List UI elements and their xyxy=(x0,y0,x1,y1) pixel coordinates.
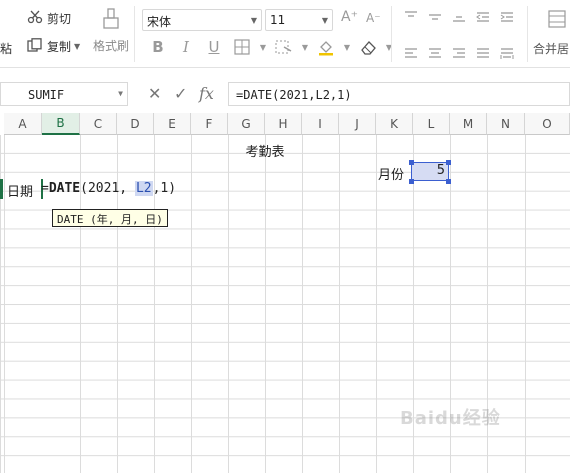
function-signature-tooltip: DATE (年, 月, 日) xyxy=(52,209,168,227)
align-bottom-icon[interactable] xyxy=(448,8,470,26)
increase-indent-icon[interactable] xyxy=(496,8,518,26)
copy-button[interactable]: 复制 ▼ xyxy=(27,38,80,55)
ribbon-toolbar: 粘 剪切 复制 ▼ 格式刷 宋体 ▼ 11 ▼ A⁺ A⁻ B I U ▼ ▼ … xyxy=(0,0,570,68)
bold-button[interactable]: B xyxy=(146,36,170,58)
gridline xyxy=(302,135,303,473)
column-header-g[interactable]: G xyxy=(228,113,265,135)
range-handle[interactable] xyxy=(446,160,451,165)
gridline xyxy=(376,135,377,473)
copy-icon xyxy=(27,38,43,55)
formula-function-name: DATE xyxy=(48,181,81,196)
column-header-m[interactable]: M xyxy=(450,113,487,135)
row-selection-indicator xyxy=(0,179,3,199)
chevron-down-icon[interactable]: ▼ xyxy=(300,36,310,58)
month-value-cell[interactable]: 5 xyxy=(411,162,449,181)
insert-function-icon[interactable]: fx xyxy=(199,84,214,103)
align-middle-icon[interactable] xyxy=(424,8,446,26)
copy-label: 复制 xyxy=(47,40,72,54)
cut-button[interactable]: 剪切 xyxy=(27,10,71,27)
column-header-b[interactable]: B xyxy=(42,113,80,135)
column-header-c[interactable]: C xyxy=(80,113,117,135)
border-icon[interactable] xyxy=(230,36,254,58)
decrease-indent-icon[interactable] xyxy=(472,8,494,26)
gridline xyxy=(265,135,266,473)
formula-cell-reference: L2 xyxy=(134,181,153,196)
formula-args-start: (2021, xyxy=(80,181,135,196)
font-format-row: B I U ▼ ▼ ▼ ▼ xyxy=(146,36,394,58)
paste-button-label[interactable]: 粘 xyxy=(0,40,12,57)
align-right-icon[interactable] xyxy=(448,44,470,62)
sheet-title[interactable]: 考勤表 xyxy=(0,141,530,160)
name-box[interactable]: SUMIF ▼ xyxy=(0,82,128,106)
range-handle[interactable] xyxy=(446,179,451,184)
brush-icon xyxy=(101,8,121,33)
column-header-h[interactable]: H xyxy=(265,113,302,135)
chevron-down-icon[interactable]: ▼ xyxy=(258,36,268,58)
scissors-icon xyxy=(27,10,43,27)
merge-cells-icon[interactable] xyxy=(548,10,566,32)
formula-bar: SUMIF ▼ ✕ ✓ fx =DATE(2021,L2,1) xyxy=(0,79,570,109)
range-handle[interactable] xyxy=(409,179,414,184)
column-header-n[interactable]: N xyxy=(487,113,525,135)
align-center-icon[interactable] xyxy=(424,44,446,62)
font-size-value: 11 xyxy=(270,13,286,27)
font-name-select[interactable]: 宋体 ▼ xyxy=(142,9,262,31)
column-header-a[interactable]: A xyxy=(4,113,42,135)
column-header-d[interactable]: D xyxy=(117,113,154,135)
column-header-l[interactable]: L xyxy=(413,113,450,135)
cut-label: 剪切 xyxy=(47,12,72,26)
cancel-icon[interactable]: ✕ xyxy=(148,84,161,103)
italic-button[interactable]: I xyxy=(174,36,198,58)
copy-dropdown-icon[interactable]: ▼ xyxy=(74,42,80,51)
month-label-cell[interactable]: 月份 xyxy=(378,164,404,183)
chevron-down-icon[interactable]: ▼ xyxy=(118,89,123,98)
chevron-down-icon: ▼ xyxy=(250,16,257,25)
date-label-cell[interactable]: 日期 xyxy=(7,181,33,200)
chevron-down-icon: ▼ xyxy=(321,16,328,25)
justify-icon[interactable] xyxy=(472,44,494,62)
distributed-icon[interactable] xyxy=(496,44,518,62)
formula-input[interactable]: =DATE(2021,L2,1) xyxy=(228,82,570,106)
formula-args-end: ,1) xyxy=(152,181,177,196)
merge-center-button[interactable]: 合并居 xyxy=(533,40,569,57)
divider xyxy=(527,6,528,62)
gridline xyxy=(228,135,229,473)
increase-font-button[interactable]: A⁺ xyxy=(341,9,358,25)
divider xyxy=(134,6,135,62)
align-left-icon[interactable] xyxy=(400,44,422,62)
watermark-logo: Baidu经验 xyxy=(400,408,501,429)
column-header-o[interactable]: O xyxy=(525,113,570,135)
range-handle[interactable] xyxy=(409,160,414,165)
font-name-value: 宋体 xyxy=(147,15,172,29)
fill-color-icon[interactable] xyxy=(314,36,338,58)
column-header-j[interactable]: J xyxy=(339,113,376,135)
formula-equals: = xyxy=(41,181,49,196)
chevron-down-icon[interactable]: ▼ xyxy=(384,36,394,58)
format-painter-button[interactable]: 格式刷 xyxy=(92,8,130,58)
chevron-down-icon[interactable]: ▼ xyxy=(342,36,352,58)
eraser-icon[interactable] xyxy=(356,36,380,58)
gridline xyxy=(4,135,5,473)
confirm-icon[interactable]: ✓ xyxy=(174,84,187,103)
cell-style-icon[interactable] xyxy=(272,36,296,58)
format-painter-label: 格式刷 xyxy=(92,39,129,53)
column-header-f[interactable]: F xyxy=(191,113,228,135)
active-cell-editor[interactable]: =DATE(2021, L2,1) xyxy=(41,181,176,196)
column-header-e[interactable]: E xyxy=(154,113,191,135)
gridline xyxy=(339,135,340,473)
gridline xyxy=(525,135,526,473)
gridline xyxy=(191,135,192,473)
decrease-font-button[interactable]: A⁻ xyxy=(366,11,381,25)
divider xyxy=(391,6,392,62)
font-size-select[interactable]: 11 ▼ xyxy=(265,9,333,31)
column-header-k[interactable]: K xyxy=(376,113,413,135)
column-header-i[interactable]: I xyxy=(302,113,339,135)
name-box-value: SUMIF xyxy=(28,88,65,102)
underline-button[interactable]: U xyxy=(202,36,226,58)
align-top-icon[interactable] xyxy=(400,8,422,26)
alignment-group xyxy=(400,8,518,62)
